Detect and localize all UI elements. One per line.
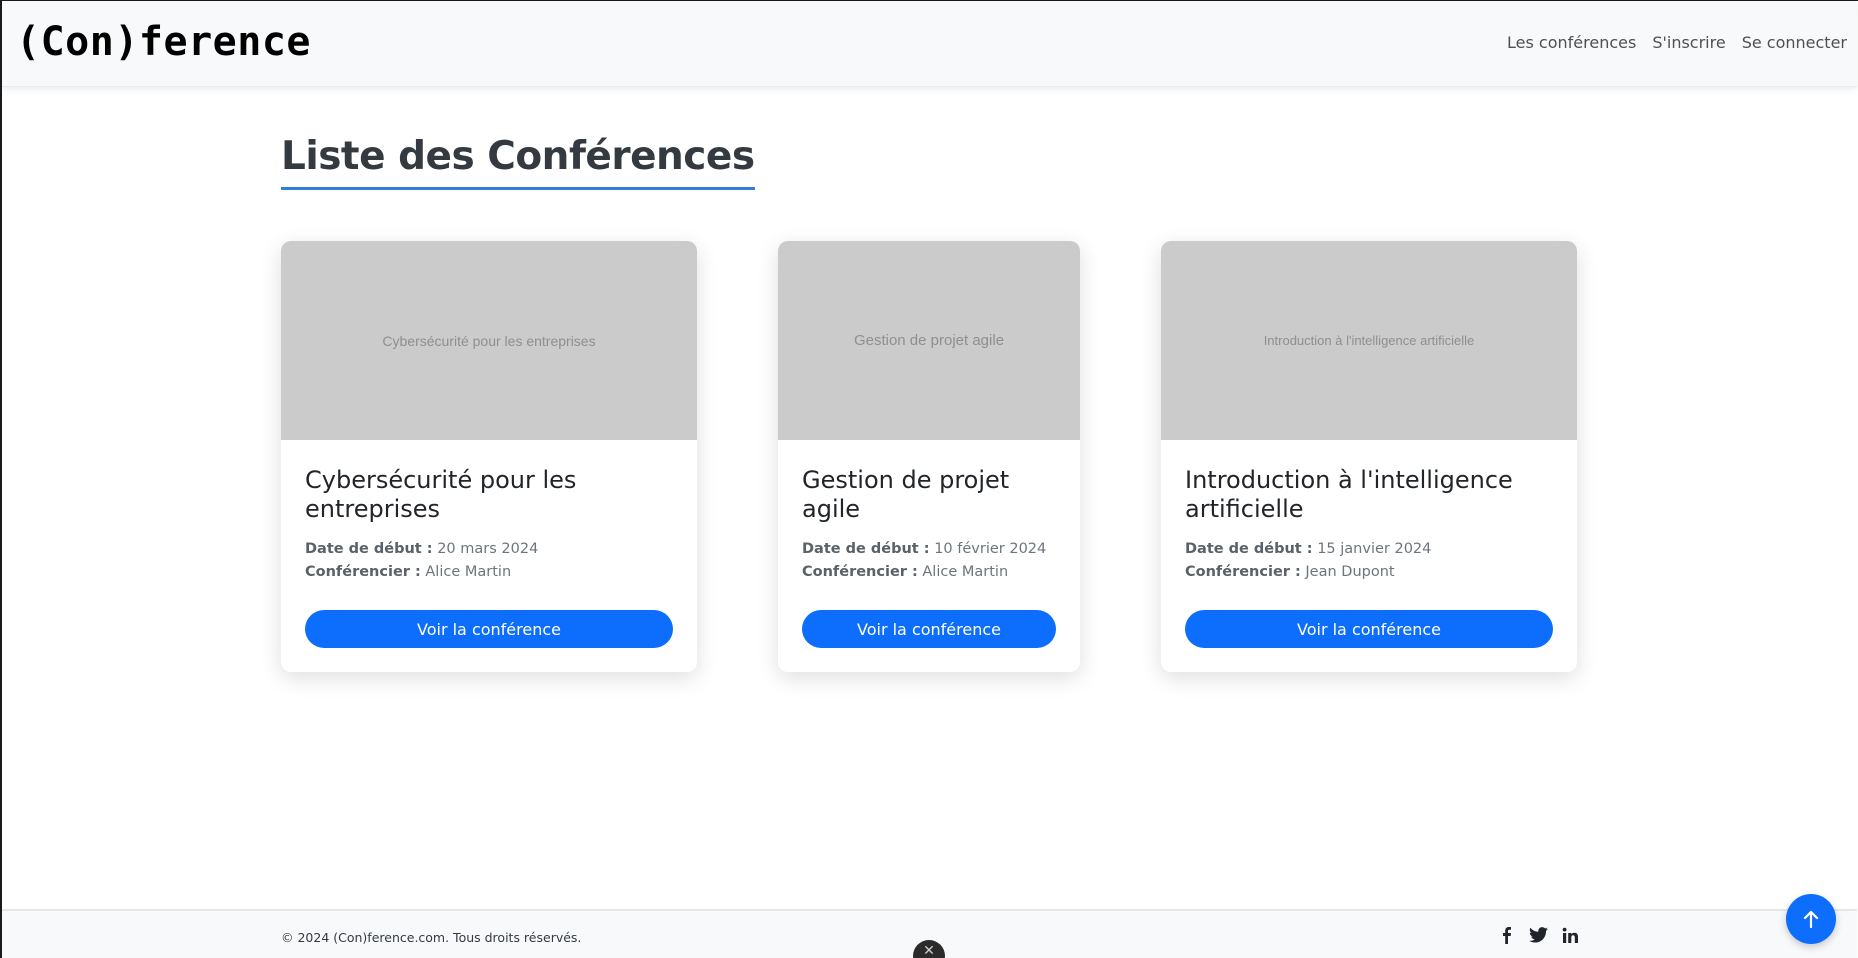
card-speaker: Conférencier : Alice Martin	[802, 561, 1056, 584]
arrow-up-icon	[1803, 910, 1819, 928]
speaker-label: Conférencier :	[305, 564, 421, 580]
nav-link-conferences[interactable]: Les conférences	[1507, 33, 1636, 52]
card-body: Gestion de projet agile Date de début : …	[778, 440, 1080, 672]
speaker-value: Alice Martin	[922, 564, 1009, 580]
conference-card: Cybersécurité pour les entreprises Cyber…	[281, 241, 697, 672]
page-title: Liste des Conférences	[281, 134, 755, 190]
card-title: Gestion de projet agile	[802, 466, 1010, 523]
card-image-text: Gestion de projet agile	[853, 332, 1005, 349]
copyright-text: © 2024 (Con)ference.com. Tous droits rés…	[281, 930, 582, 945]
card-body: Cybersécurité pour les entreprises Date …	[281, 440, 697, 672]
nav-link-login[interactable]: Se connecter	[1742, 33, 1847, 52]
date-value: 10 février 2024	[934, 541, 1047, 557]
card-image-text: Cybersécurité pour les entreprises	[382, 332, 596, 349]
card-date: Date de début : 15 janvier 2024	[1185, 538, 1553, 561]
card-title: Introduction à l'intelligence artificiel…	[1185, 466, 1513, 523]
speaker-value: Jean Dupont	[1305, 564, 1395, 580]
card-image-text: Introduction à l'intelligence artificiel…	[1263, 333, 1475, 348]
conference-card: Introduction à l'intelligence artificiel…	[1161, 241, 1577, 672]
social-links	[1496, 925, 1580, 945]
site-header: (Con)ference Les conférences S'inscrire …	[2, 1, 1857, 87]
conference-card: Gestion de projet agile Gestion de proje…	[778, 241, 1080, 672]
card-date: Date de début : 10 février 2024	[802, 538, 1056, 561]
speaker-label: Conférencier :	[1185, 564, 1301, 580]
card-image-placeholder: Introduction à l'intelligence artificiel…	[1161, 241, 1577, 440]
date-label: Date de début :	[1185, 541, 1313, 557]
date-label: Date de début :	[802, 541, 930, 557]
date-label: Date de début :	[305, 541, 433, 557]
main-nav: Les conférences S'inscrire Se connecter	[1507, 33, 1847, 52]
card-body: Introduction à l'intelligence artificiel…	[1161, 440, 1577, 672]
twitter-icon[interactable]	[1528, 925, 1548, 945]
view-conference-button[interactable]: Voir la conférence	[1185, 610, 1553, 648]
date-value: 20 mars 2024	[437, 541, 539, 557]
nav-link-register[interactable]: S'inscrire	[1652, 33, 1725, 52]
speaker-label: Conférencier :	[802, 564, 918, 580]
card-speaker: Conférencier : Alice Martin	[305, 561, 673, 584]
date-value: 15 janvier 2024	[1317, 541, 1432, 557]
card-speaker: Conférencier : Jean Dupont	[1185, 561, 1553, 584]
card-image-placeholder: Cybersécurité pour les entreprises	[281, 241, 697, 440]
linkedin-icon[interactable]	[1560, 925, 1580, 945]
brand-logo[interactable]: (Con)ference	[16, 19, 311, 65]
view-conference-button[interactable]: Voir la conférence	[305, 610, 673, 648]
facebook-icon[interactable]	[1496, 925, 1516, 945]
card-date: Date de début : 20 mars 2024	[305, 538, 673, 561]
speaker-value: Alice Martin	[425, 564, 512, 580]
scroll-to-top-button[interactable]	[1786, 894, 1836, 944]
view-conference-button[interactable]: Voir la conférence	[802, 610, 1056, 648]
card-title: Cybersécurité pour les entreprises	[305, 466, 577, 523]
card-image-placeholder: Gestion de projet agile	[778, 241, 1080, 440]
